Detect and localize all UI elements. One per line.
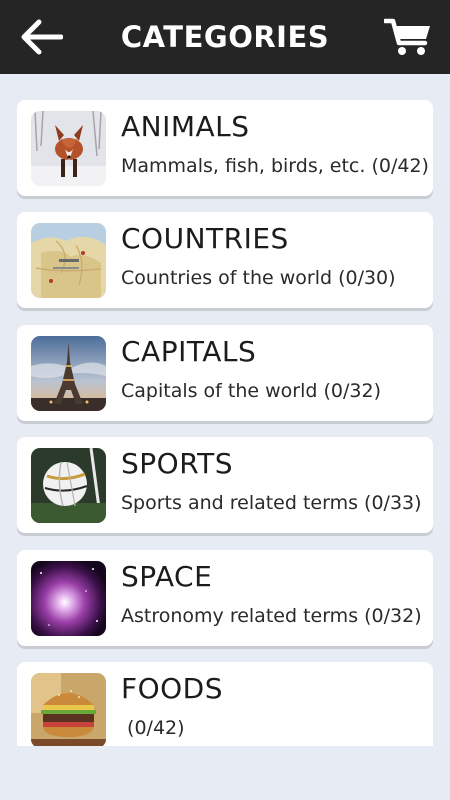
- category-card-countries[interactable]: COUNTRIES Countries of the world (0/30): [17, 212, 433, 308]
- category-card-space[interactable]: SPACE Astronomy related terms (0/32): [17, 550, 433, 646]
- category-list[interactable]: ANIMALS Mammals, fish, birds, etc. (0/42…: [0, 74, 450, 746]
- cart-button[interactable]: [380, 12, 436, 62]
- map-photo: [31, 223, 106, 298]
- page-title: CATEGORIES: [120, 20, 330, 54]
- top-app-bar: CATEGORIES: [0, 0, 450, 74]
- burger-photo: [31, 673, 106, 746]
- category-card-capitals[interactable]: CAPITALS Capitals of the world (0/32): [17, 325, 433, 421]
- back-button[interactable]: [14, 14, 68, 60]
- arrow-left-icon: [21, 19, 63, 55]
- category-name: SPORTS: [121, 447, 233, 480]
- eiffel-tower-photo: [31, 336, 106, 411]
- category-description: Astronomy related terms (0/32): [121, 605, 422, 627]
- category-description: (0/42): [121, 717, 185, 739]
- category-card-animals[interactable]: ANIMALS Mammals, fish, birds, etc. (0/42…: [17, 100, 433, 196]
- category-description: Countries of the world (0/30): [121, 267, 396, 289]
- category-card-sports[interactable]: SPORTS Sports and related terms (0/33): [17, 437, 433, 533]
- shopping-cart-icon: [384, 18, 430, 55]
- fox-photo: [31, 111, 106, 186]
- category-description: Mammals, fish, birds, etc. (0/42): [121, 155, 429, 177]
- category-name: SPACE: [121, 560, 213, 593]
- nebula-photo: [31, 561, 106, 636]
- category-card-foods[interactable]: FOODS (0/42): [17, 662, 433, 746]
- category-name: FOODS: [121, 672, 224, 705]
- category-name: COUNTRIES: [121, 222, 289, 255]
- category-description: Capitals of the world (0/32): [121, 380, 381, 402]
- soccer-ball-photo: [31, 448, 106, 523]
- category-name: ANIMALS: [121, 110, 250, 143]
- category-description: Sports and related terms (0/33): [121, 492, 422, 514]
- category-name: CAPITALS: [121, 335, 257, 368]
